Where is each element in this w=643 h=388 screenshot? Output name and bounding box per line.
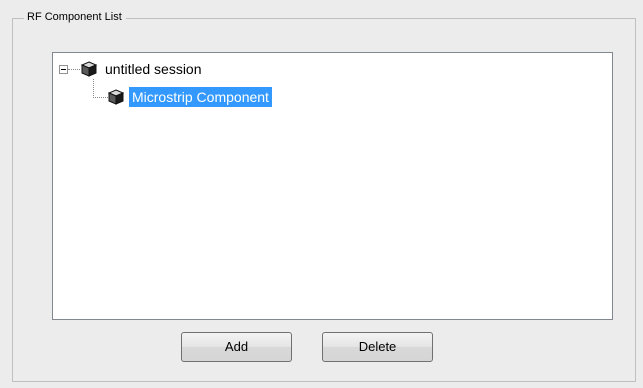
tree-connector: [68, 68, 80, 70]
rf-component-list-panel: RF Component List untitled session Micro…: [0, 0, 643, 388]
tree-node-label[interactable]: untitled session: [102, 59, 205, 79]
cube-icon: [80, 61, 98, 77]
tree-node-child[interactable]: Microstrip Component: [59, 87, 272, 107]
tree-node-label-selected[interactable]: Microstrip Component: [129, 87, 272, 107]
delete-button[interactable]: Delete: [322, 332, 433, 362]
add-button[interactable]: Add: [181, 332, 292, 362]
cube-icon: [107, 89, 125, 105]
component-tree[interactable]: untitled session Microstrip Component: [52, 52, 613, 320]
collapse-toggle-icon[interactable]: [59, 65, 68, 74]
groupbox-title: RF Component List: [24, 10, 126, 25]
tree-node-root[interactable]: untitled session: [59, 59, 205, 79]
